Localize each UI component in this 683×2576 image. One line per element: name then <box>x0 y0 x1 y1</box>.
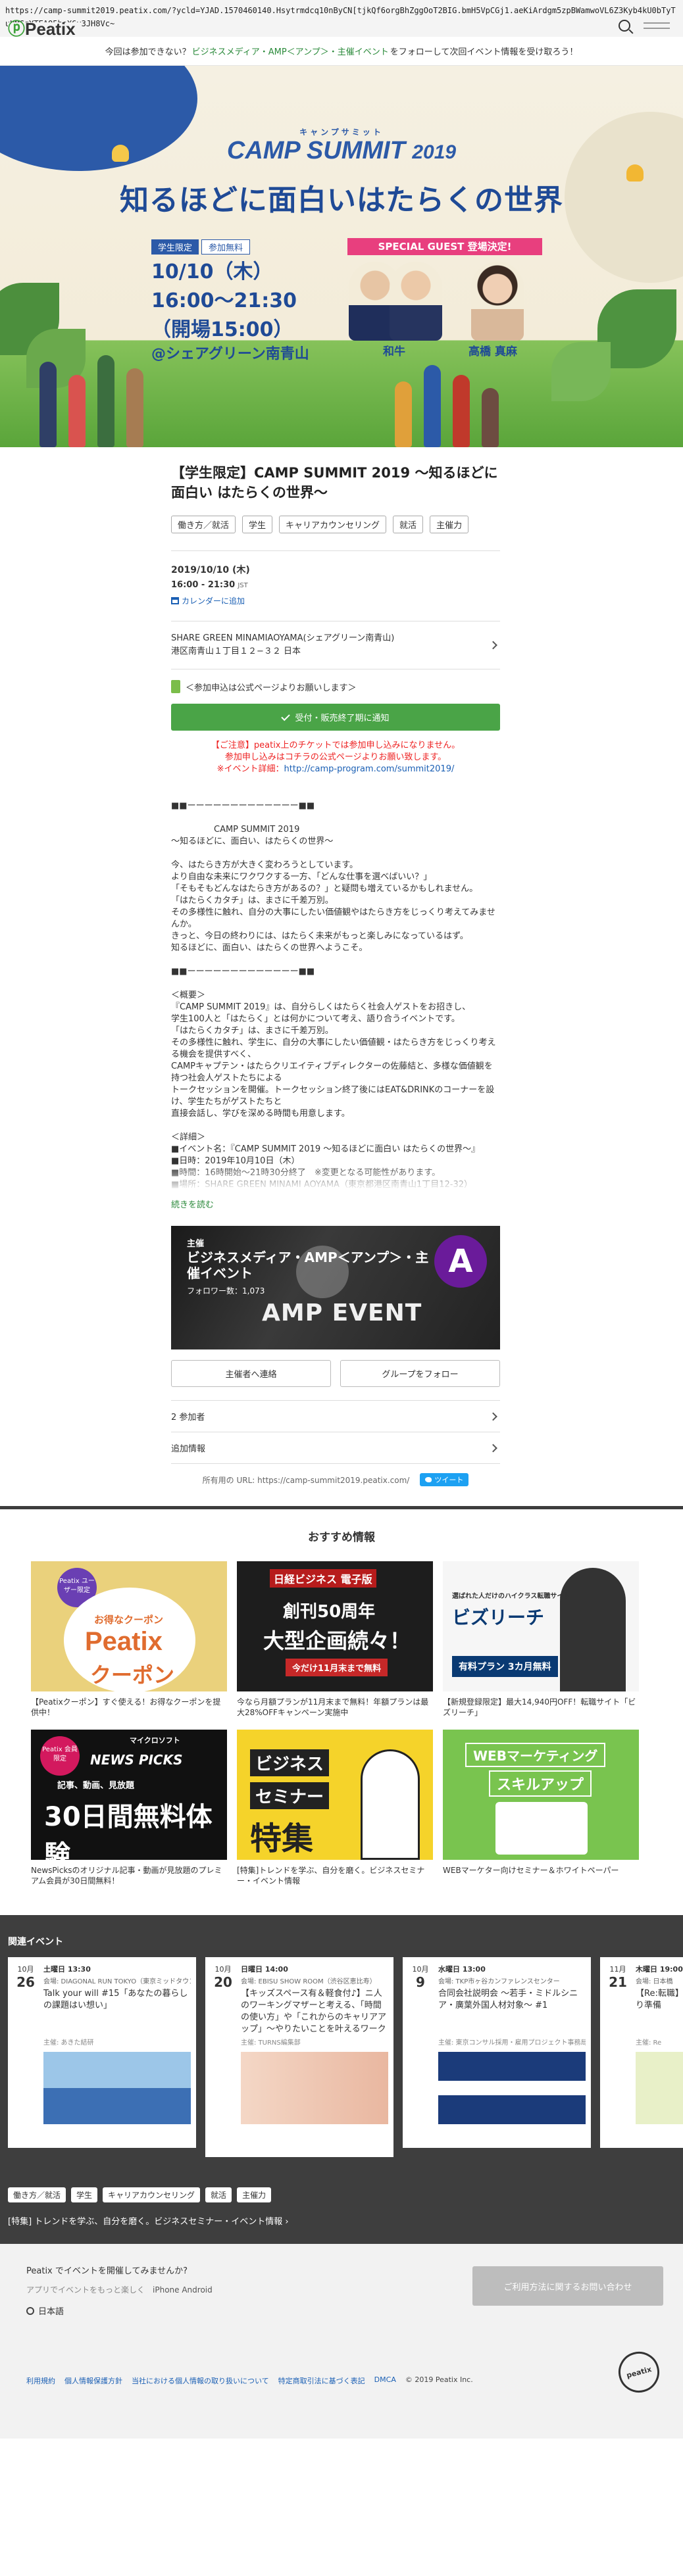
related-tag[interactable]: キャリアカウンセリング <box>103 2187 201 2202</box>
related-event-image <box>241 2052 388 2124</box>
twitter-bird-icon <box>425 1477 432 1482</box>
event-hero-image: キャンプサミット CAMP SUMMIT 2019 知るほどに面白いはたらくの世… <box>0 66 683 447</box>
feature-link[interactable]: [特集] トレンドを学ぶ、自分を磨く。ビジネスセミナー・イベント情報 › <box>8 2214 683 2227</box>
check-icon <box>281 712 291 721</box>
add-to-calendar-link[interactable]: カレンダーに追加 <box>171 595 500 606</box>
reco-image: 選ばれた人だけのハイクラス転職サイト ビズリーチ 有料プラン 3カ月無料 <box>443 1561 639 1691</box>
search-icon[interactable] <box>619 20 630 32</box>
footer-link-commerce[interactable]: 特定商取引法に基づく表記 <box>278 2375 365 2386</box>
reco-image: Peatix ユーザー限定 お得なクーポン Peatix クーポン <box>31 1561 227 1691</box>
more-info-row[interactable]: 追加情報 <box>171 1432 500 1463</box>
promo-organizer-link[interactable]: ビジネスメディア・AMP＜アンプ＞・主催イベント <box>192 45 389 57</box>
footer-link-terms[interactable]: 利用規約 <box>26 2375 55 2386</box>
guest-photo <box>390 262 442 341</box>
venue-row[interactable]: SHARE GREEN MINAMIAOYAMA(シェアグリーン南青山) 港区南… <box>171 621 500 669</box>
reco-image: ビジネス セミナー 特集 <box>237 1730 433 1860</box>
event-tags: 働き方／就活 学生 キャリアカウンセリング 就活 主催力 <box>171 516 500 533</box>
organizer-name: ビジネスメディア・AMP＜アンプ＞・主催イベント <box>187 1250 429 1281</box>
venue-name: SHARE GREEN MINAMIAOYAMA(シェアグリーン南青山) <box>171 633 395 643</box>
related-event-image <box>43 2052 191 2124</box>
free-badge: 参加無料 <box>201 239 251 255</box>
follow-group-button[interactable]: グループをフォロー <box>340 1360 500 1387</box>
footer-link-dmca[interactable]: DMCA <box>374 2375 396 2386</box>
footer: Peatix でイベントを開催してみませんか? アプリでイベントをもっと楽しく … <box>0 2244 683 2439</box>
related-tag[interactable]: 学生 <box>71 2187 98 2202</box>
ticket-row: ＜参加申込は公式ページよりお願いします＞ <box>171 680 500 693</box>
tag-student[interactable]: 学生 <box>242 516 273 533</box>
ticket-icon <box>171 680 180 693</box>
tag-organizer[interactable]: 主催力 <box>430 516 469 533</box>
notice-text: 【ご注意】peatix上のチケットでは参加申し込みになりません。 参加申し込みは… <box>211 741 461 774</box>
calendar-icon <box>171 597 179 604</box>
event-datetime: 2019/10/10 (木) 16:00 - 21:30 JST カレンダーに追… <box>171 550 500 606</box>
contact-organizer-button[interactable]: 主催者へ連絡 <box>171 1360 331 1387</box>
footer-link-personal-info[interactable]: 当社における個人情報の取り扱いについて <box>132 2375 269 2386</box>
guest-photo <box>471 262 524 341</box>
copyright: © 2019 Peatix Inc. <box>405 2375 473 2384</box>
url-text: https://camp-summit2019.peatix.com/?ycld… <box>5 6 676 28</box>
notify-button[interactable]: 受付・販売終了期に通知 <box>171 704 500 731</box>
related-event-card[interactable]: 10月 26 土曜日 13:30 会場: DIAGONAL RUN TOKYO（東… <box>8 1957 196 2148</box>
related-tag[interactable]: 働き方／就活 <box>8 2187 66 2202</box>
reco-image: 日経ビジネス 電子版 創刊50周年 大型企画続々！ 今だけ11月末まで無料 <box>237 1561 433 1691</box>
footer-link-privacy[interactable]: 個人情報保護方針 <box>64 2375 122 2386</box>
organizer-logo: A <box>434 1235 487 1288</box>
hero-venue: @シェアグリーン南青山 <box>151 346 309 362</box>
special-guest-badge: SPECIAL GUEST 登場決定! <box>347 238 542 255</box>
peatix-footer-logo: peatix <box>614 2347 664 2397</box>
reco-item[interactable]: WEBマーケティング スキルアップ WEBマーケター向けセミナー＆ホワイトペーパ… <box>443 1730 639 1889</box>
related-event-card[interactable]: 10月 20 日曜日 14:00 会場: EBISU SHOW ROOM（渋谷区恵… <box>205 1957 393 2157</box>
reco-item[interactable]: 日経ビジネス 電子版 創刊50周年 大型企画続々！ 今だけ11月末まで無料 今な… <box>237 1561 433 1720</box>
read-more-link[interactable]: 続きを読む <box>171 1198 500 1210</box>
tweet-button[interactable]: ツイート <box>420 1473 469 1486</box>
venue-address: 港区南青山１丁目１２−３２ 日本 <box>171 646 301 656</box>
organizer-card[interactable]: 主催 ビジネスメディア・AMP＜アンプ＞・主催イベント フォロワー数：1,073… <box>171 1226 500 1349</box>
related-event-image <box>438 2052 586 2124</box>
related-events-section: 関連イベント 10月 26 土曜日 13:30 会場: DIAGONAL RUN … <box>0 1915 683 2244</box>
organizer-banner-text: AMP EVENT <box>262 1300 422 1326</box>
reco-image: WEBマーケティング スキルアップ <box>443 1730 639 1860</box>
reco-item[interactable]: ビジネス セミナー 特集 [特集]トレンドを学ぶ、自分を磨く。ビジネスセミナー・… <box>237 1730 433 1889</box>
recommendations-title: おすすめ情報 <box>308 1531 375 1544</box>
attendees-row[interactable]: 2 参加者 <box>171 1400 500 1432</box>
globe-icon <box>26 2306 34 2315</box>
follow-promo-banner: 今回は参加できない？ ビジネスメディア・AMP＜アンプ＞・主催イベント をフォロ… <box>0 37 683 66</box>
reco-item[interactable]: Peatix ユーザー限定 お得なクーポン Peatix クーポン 【Peati… <box>31 1561 227 1720</box>
related-event-image <box>636 2052 683 2124</box>
student-only-badge: 学生限定 <box>151 239 199 255</box>
browser-url-bar[interactable]: https://camp-summit2019.peatix.com/?ycld… <box>0 0 683 37</box>
related-event-card[interactable]: 10月 9 水曜日 13:00 会場: TKP市ヶ谷カンファレンスセンター 合同会… <box>403 1957 591 2148</box>
help-contact-button[interactable]: ご利用方法に関するお問い合わせ <box>472 2266 663 2306</box>
follower-count: フォロワー数：1,073 <box>187 1286 265 1296</box>
app-links[interactable]: iPhone Android <box>153 2285 213 2295</box>
footer-links: 利用規約 個人情報保護方針 当社における個人情報の取り扱いについて 特定商取引法… <box>26 2375 526 2386</box>
tag-job-hunting[interactable]: 就活 <box>393 516 424 533</box>
reco-item[interactable]: 選ばれた人だけのハイクラス転職サイト ビズリーチ 有料プラン 3カ月無料 【新規… <box>443 1561 639 1720</box>
reco-image: Peatix 会員限定 マイクロソフト NEWS PICKS 記事、動画、見放題… <box>31 1730 227 1860</box>
reco-item[interactable]: Peatix 会員限定 マイクロソフト NEWS PICKS 記事、動画、見放題… <box>31 1730 227 1889</box>
related-event-card[interactable]: 11月21 木曜日 19:00 会場: 日本橋 【Re:転職】有望市場の秘密・し… <box>600 1957 683 2148</box>
share-url[interactable]: https://camp-summit2019.peatix.com/ <box>257 1476 409 1485</box>
menu-icon[interactable] <box>644 22 670 29</box>
hero-title: 知るほどに面白いはたらくの世界 <box>119 183 564 217</box>
event-title: 【学生限定】CAMP SUMMIT 2019 〜知るほどに面白い はたらくの世界… <box>171 465 498 500</box>
hero-date: 10/10（木） 16:00〜21:30 （開場15:00） <box>151 260 297 341</box>
camp-summit-logo: CAMP SUMMIT 2019 <box>226 137 457 164</box>
chevron-right-icon <box>489 1412 497 1421</box>
related-tag[interactable]: 主催力 <box>237 2187 272 2202</box>
logo-text: Peatix <box>25 19 76 37</box>
recommendations-section: おすすめ情報 Peatix ユーザー限定 お得なクーポン Peatix クーポン… <box>0 1506 683 1915</box>
event-description: ■■ーーーーーーーーーーーーー■■ CAMP SUMMIT 2019 〜知るほど… <box>171 801 496 1190</box>
related-tag[interactable]: 就活 <box>205 2187 232 2202</box>
tag-work-style[interactable]: 働き方／就活 <box>171 516 236 533</box>
related-tags: 働き方／就活 学生 キャリアカウンセリング 就活 主催力 <box>0 2187 683 2202</box>
tag-career-counseling[interactable]: キャリアカウンセリング <box>279 516 387 533</box>
language-selector[interactable]: 日本語 <box>26 2304 657 2317</box>
chevron-right-icon <box>489 1444 497 1452</box>
related-events-title: 関連イベント <box>8 1937 63 1947</box>
peatix-logo[interactable]: ⓟPeatix <box>8 19 81 37</box>
share-row: 所有用の URL: https://camp-summit2019.peatix… <box>171 1463 500 1495</box>
official-page-link[interactable]: http://camp-program.com/summit2019/ <box>284 764 455 774</box>
